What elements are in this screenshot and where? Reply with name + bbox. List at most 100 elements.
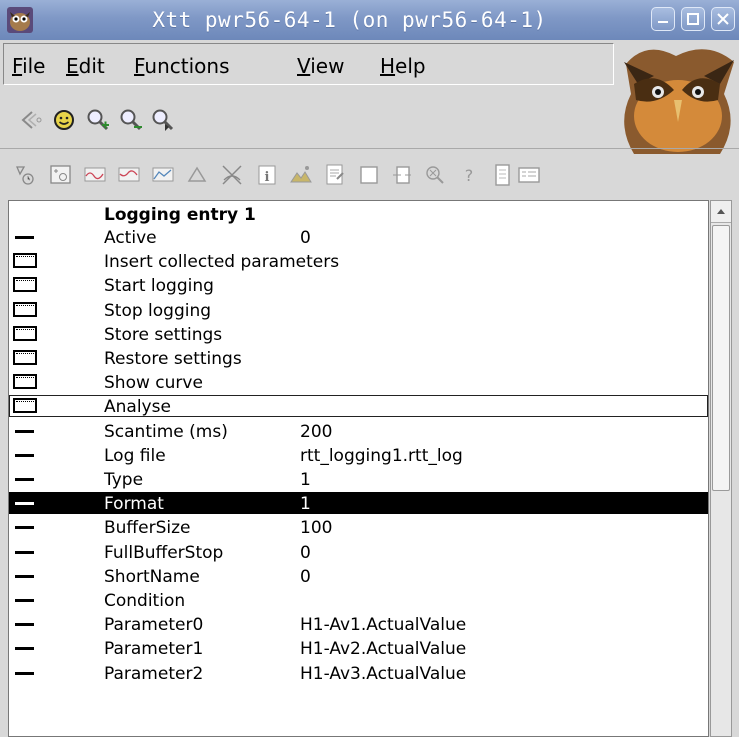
menu-view[interactable]: View: [297, 54, 344, 78]
list-row[interactable]: Start logging: [9, 274, 708, 296]
window-title: Xtt pwr56-64-1 (on pwr56-64-1): [152, 8, 547, 32]
object-list[interactable]: Logging entry 1 Active 0 Insert collected …: [8, 200, 709, 737]
close-button[interactable]: [711, 7, 735, 31]
owl-logo: [624, 49, 734, 154]
attribute-dash-icon: [15, 526, 34, 530]
window-icon[interactable]: [356, 162, 382, 188]
row-name: Show curve: [104, 373, 203, 394]
row-value: 100: [300, 518, 333, 539]
list-icon[interactable]: [516, 162, 542, 188]
command-button-icon[interactable]: [13, 398, 37, 414]
maximize-icon: [687, 13, 699, 25]
row-name: Condition: [104, 591, 186, 611]
trace-icon[interactable]: [13, 162, 39, 188]
split-icon[interactable]: [389, 162, 415, 188]
menu-view-rest: iew: [310, 54, 345, 78]
attribute-dash-icon: [15, 671, 34, 675]
list-row[interactable]: Parameter2 H1-Av3.ActualValue: [9, 662, 708, 684]
attribute-dash-icon: [15, 236, 34, 239]
back-icon[interactable]: [18, 107, 44, 133]
attribute-dash-icon: [15, 647, 34, 651]
menu-help-rest: elp: [395, 54, 426, 78]
row-value: H1-Av1.ActualValue: [300, 615, 467, 636]
menu-help-mnemonic: H: [380, 54, 396, 78]
row-name: Parameter0: [104, 615, 204, 636]
attribute-dash-icon: [15, 502, 34, 506]
list-row[interactable]: FullBufferStop 0: [9, 541, 708, 563]
menu-file-rest: ile: [22, 54, 46, 78]
list-row[interactable]: Active 0: [9, 226, 708, 248]
command-button-icon[interactable]: [13, 301, 37, 317]
command-button-icon[interactable]: [13, 277, 37, 293]
zoom-in-icon[interactable]: [85, 107, 111, 133]
curve-icon[interactable]: [82, 162, 108, 188]
maximize-button[interactable]: [681, 7, 705, 31]
list-row[interactable]: Insert collected parameters: [9, 250, 708, 272]
close-icon: [717, 13, 729, 25]
row-value: 1: [300, 470, 311, 490]
list-row[interactable]: Scantime (ms) 200: [9, 420, 708, 442]
list-row[interactable]: Log file rtt_logging1.rtt_log: [9, 444, 708, 466]
menu-file-mnemonic: F: [12, 54, 23, 78]
row-value: rtt_logging1.rtt_log: [300, 445, 463, 466]
list-row[interactable]: Parameter1 H1-Av2.ActualValue: [9, 637, 708, 659]
list-row[interactable]: Store settings: [9, 323, 708, 345]
list-row[interactable]: Restore settings: [9, 347, 708, 369]
menu-help[interactable]: Help: [380, 54, 426, 78]
list-row[interactable]: Show curve: [9, 371, 708, 393]
row-name: Restore settings: [104, 349, 242, 369]
attribute-dash-icon: [15, 599, 34, 602]
command-button-icon[interactable]: [13, 374, 37, 390]
row-name: Stop logging: [104, 300, 212, 321]
attribute-dash-icon: [15, 574, 34, 578]
list-row[interactable]: ShortName 0: [9, 565, 708, 587]
row-value: 0: [300, 542, 311, 563]
list-row[interactable]: BufferSize 100: [9, 516, 708, 538]
menu-functions-mnemonic: F: [134, 54, 145, 78]
attribute-dash-icon: [15, 478, 34, 481]
attribute-dash-icon: [15, 453, 34, 457]
help-icon[interactable]: ?: [456, 162, 482, 188]
curve2-icon[interactable]: [116, 162, 142, 188]
row-name: Store settings: [104, 324, 223, 345]
list-row[interactable]: Analyse: [9, 395, 708, 418]
crossed-icon[interactable]: [219, 162, 245, 188]
document-icon[interactable]: [322, 162, 348, 188]
scroll-up-button[interactable]: [711, 201, 731, 223]
minimize-button[interactable]: [651, 7, 675, 31]
list-row[interactable]: Type 1: [9, 468, 708, 490]
row-value: 0: [300, 228, 311, 248]
row-value: 0: [300, 566, 311, 587]
chart-icon[interactable]: [150, 162, 176, 188]
row-value: H1-Av3.ActualValue: [300, 663, 467, 684]
command-button-icon[interactable]: [13, 350, 37, 365]
title-bar[interactable]: Xtt pwr56-64-1 (on pwr56-64-1): [0, 0, 739, 40]
vertical-scrollbar[interactable]: [710, 200, 732, 737]
list-header-row: Logging entry 1: [9, 203, 708, 225]
row-name: Active: [104, 228, 157, 248]
row-name: ShortName: [104, 566, 200, 587]
scrollbar-thumb[interactable]: [712, 225, 730, 491]
menu-edit[interactable]: Edit: [66, 54, 105, 78]
zoom-out-icon[interactable]: [118, 107, 144, 133]
list-row[interactable]: Condition: [9, 589, 708, 611]
graph-icon[interactable]: [48, 162, 74, 188]
zoom-reset-icon[interactable]: [150, 107, 176, 133]
command-button-icon[interactable]: [13, 253, 37, 269]
triangle-icon[interactable]: [184, 162, 210, 188]
command-button-icon[interactable]: [13, 325, 37, 341]
info-icon[interactable]: i: [254, 162, 280, 188]
list-header: Logging entry 1: [104, 205, 256, 225]
list-row[interactable]: Parameter0 H1-Av1.ActualValue: [9, 613, 708, 635]
search-icon[interactable]: [422, 162, 448, 188]
menu-functions[interactable]: Functions: [134, 54, 230, 78]
list-row[interactable]: Format 1: [9, 492, 708, 515]
image-icon[interactable]: [288, 162, 314, 188]
attribute-dash-icon: [15, 623, 34, 627]
list-row[interactable]: Stop logging: [9, 299, 708, 321]
page-icon[interactable]: [489, 162, 515, 188]
menu-edit-mnemonic: E: [66, 54, 79, 78]
row-value: 200: [300, 421, 333, 442]
menu-file[interactable]: File: [12, 54, 45, 78]
smiley-icon[interactable]: [51, 107, 77, 133]
